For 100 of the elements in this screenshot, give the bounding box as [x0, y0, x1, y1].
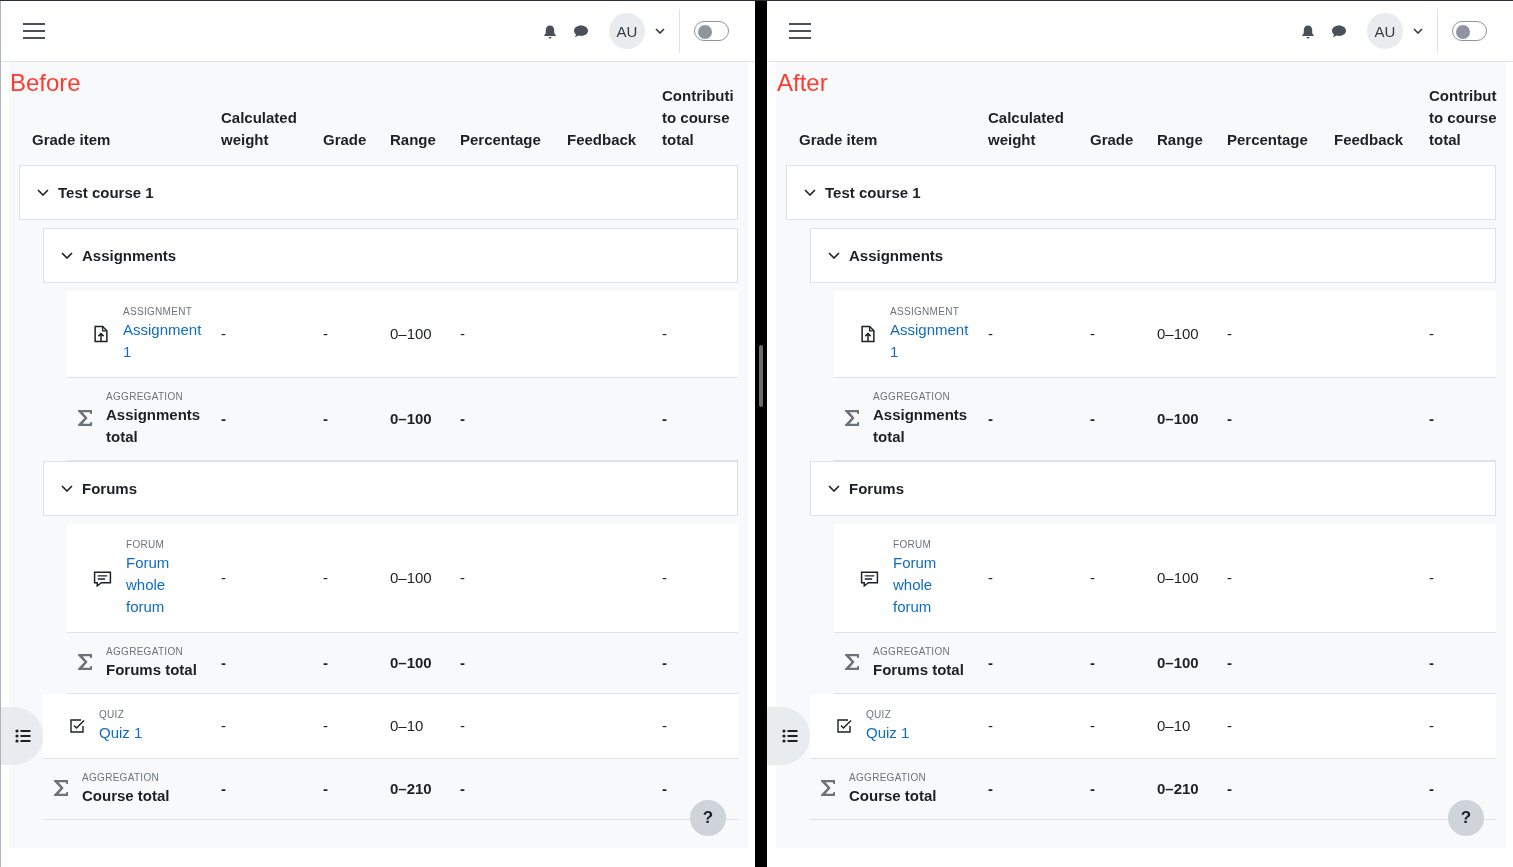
category-name: Forums — [82, 478, 137, 499]
chevron-icon — [828, 485, 840, 492]
sigma-icon — [843, 653, 861, 673]
bell-icon — [543, 23, 557, 39]
panel-title: After — [777, 69, 828, 97]
chevron-icon — [828, 252, 840, 259]
category-toggle[interactable] — [804, 189, 816, 196]
column-header: Feedback — [567, 131, 637, 148]
item-name: Course total — [849, 786, 937, 806]
user-avatar[interactable]: AU — [1367, 13, 1403, 49]
item-link[interactable]: Forum whole forum — [893, 552, 970, 618]
index-drawer-button[interactable] — [767, 707, 810, 765]
category-toggle[interactable] — [37, 189, 49, 196]
item-link[interactable]: Quiz 1 — [866, 722, 910, 744]
column-header: Feedback — [1334, 131, 1404, 148]
item-type: AGGREGATION — [106, 645, 184, 659]
menu-button[interactable] — [23, 23, 45, 39]
table-cell: - — [323, 717, 328, 734]
table-cell: - — [460, 410, 465, 427]
column-header: Range — [1157, 131, 1203, 148]
menu-button[interactable] — [789, 23, 811, 39]
column-header: Contribut to course total — [1429, 87, 1497, 148]
help-button[interactable]: ? — [1448, 800, 1484, 836]
item-type: AGGREGATION — [873, 390, 951, 404]
notifications-button[interactable] — [1301, 23, 1315, 39]
column-header: Contributi to course total — [662, 87, 734, 148]
table-cell: - — [1227, 717, 1232, 734]
table-cell: 0–100 — [390, 325, 432, 342]
item-name: Course total — [82, 786, 170, 806]
table-cell: - — [1227, 780, 1232, 797]
chat-icon — [573, 23, 589, 39]
help-button[interactable]: ? — [690, 800, 726, 836]
table-cell: - — [662, 717, 667, 734]
index-drawer-button[interactable] — [1, 707, 43, 765]
column-header: Calculated weight — [221, 109, 297, 148]
item-link[interactable]: Assignment 1 — [890, 319, 970, 363]
table-cell: 0–10 — [1157, 717, 1191, 734]
sigma-icon — [819, 779, 837, 799]
table-cell: - — [221, 569, 226, 586]
table-cell: 0–210 — [1157, 780, 1199, 797]
table-cell: - — [1090, 325, 1095, 342]
table-cell: - — [460, 717, 465, 734]
table-cell: - — [1227, 410, 1232, 427]
category-name: Assignments — [849, 245, 944, 266]
toggle-switch[interactable] — [1452, 21, 1487, 41]
checkbox-tick-icon — [69, 718, 85, 734]
document-upload-icon — [860, 325, 876, 343]
sigma-icon — [76, 653, 94, 673]
table-cell: 0–100 — [1157, 410, 1199, 427]
table-cell: 0–100 — [390, 654, 432, 671]
category-toggle[interactable] — [61, 485, 73, 492]
item-link[interactable]: Quiz 1 — [99, 722, 143, 744]
item-type: FORUM — [126, 538, 166, 552]
table-cell: - — [1090, 717, 1095, 734]
column-header: Range — [390, 131, 436, 148]
item-link[interactable]: Assignment 1 — [123, 319, 203, 363]
item-type: AGGREGATION — [849, 771, 927, 785]
table-cell: 0–100 — [390, 569, 432, 586]
table-cell: - — [323, 780, 328, 797]
column-header: Grade item — [799, 131, 878, 148]
item-type: QUIZ — [99, 708, 126, 722]
toggle-switch[interactable] — [694, 21, 729, 41]
category-name: Test course 1 — [58, 182, 154, 203]
notifications-button[interactable] — [543, 23, 557, 39]
table-cell: - — [221, 410, 226, 427]
item-link[interactable]: Forum whole forum — [126, 552, 203, 618]
chevron-icon — [37, 189, 49, 196]
table-cell: 0–100 — [1157, 569, 1199, 586]
item-name: Forums total — [873, 660, 964, 680]
category-toggle[interactable] — [61, 252, 73, 259]
table-cell: - — [221, 717, 226, 734]
messages-button[interactable] — [573, 23, 589, 39]
table-cell: - — [988, 780, 993, 797]
table-cell: 0–100 — [390, 410, 432, 427]
speech-bubble-icon — [860, 569, 879, 587]
item-type: AGGREGATION — [82, 771, 160, 785]
category-toggle[interactable] — [828, 485, 840, 492]
table-cell: - — [1429, 654, 1434, 671]
messages-button[interactable] — [1331, 23, 1347, 39]
table-cell: - — [662, 780, 667, 797]
table-cell: - — [1227, 569, 1232, 586]
sigma-icon — [52, 779, 70, 799]
item-name: Forums total — [106, 660, 197, 680]
table-cell: - — [323, 654, 328, 671]
category-toggle[interactable] — [828, 252, 840, 259]
caret-icon[interactable] — [1413, 28, 1423, 34]
list-icon — [782, 729, 798, 743]
table-cell: - — [1090, 654, 1095, 671]
scroll-handle[interactable] — [759, 345, 763, 407]
chevron-icon — [61, 485, 73, 492]
table-cell: 0–100 — [1157, 654, 1199, 671]
category-name: Forums — [849, 478, 904, 499]
menu-icon — [23, 23, 45, 39]
caret-icon[interactable] — [655, 28, 665, 34]
table-cell: - — [1429, 717, 1434, 734]
table-cell: - — [988, 717, 993, 734]
user-avatar[interactable]: AU — [609, 13, 645, 49]
table-cell: - — [221, 780, 226, 797]
bell-icon — [1301, 23, 1315, 39]
column-header: Grade item — [32, 131, 111, 148]
